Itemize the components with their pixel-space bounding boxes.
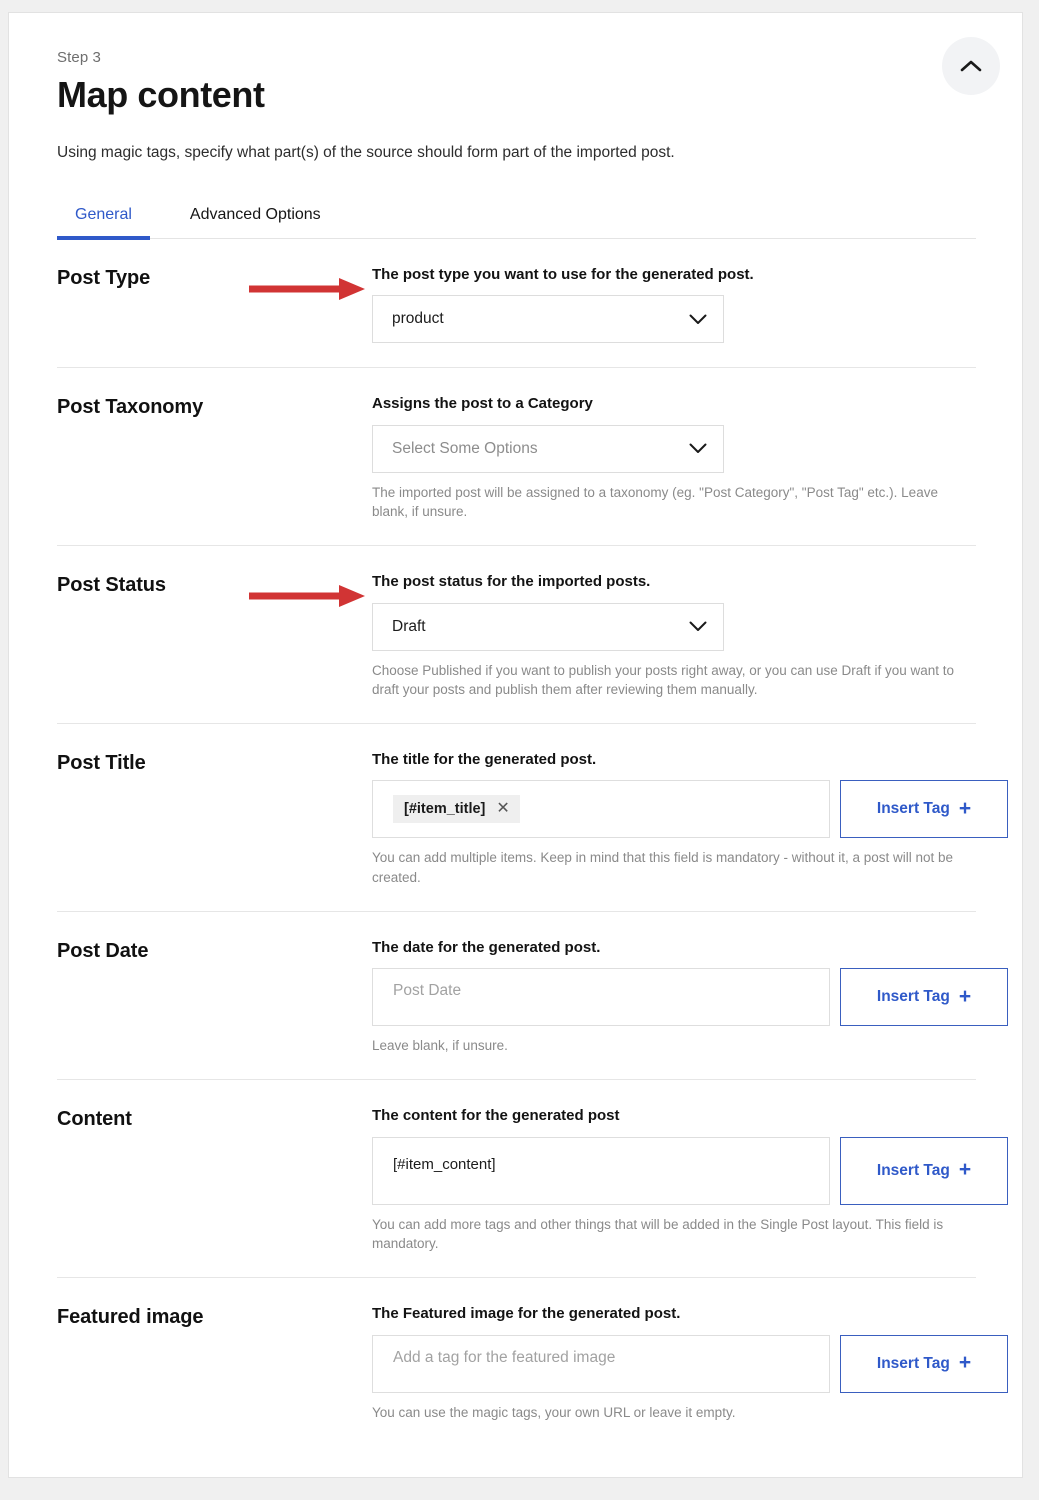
featured-image-tag-input[interactable]: Add a tag for the featured image — [372, 1335, 830, 1393]
post-type-select[interactable]: product — [372, 295, 724, 343]
post-date-help: Leave blank, if unsure. — [372, 1036, 976, 1055]
content-value: [#item_content] — [393, 1156, 496, 1173]
post-date-tag-input[interactable]: Post Date — [372, 968, 830, 1026]
post-date-insert-tag-button[interactable]: Insert Tag + — [840, 968, 1008, 1026]
post-status-label: Post Status — [57, 572, 372, 699]
chevron-up-icon — [960, 59, 982, 73]
post-title-help: You can add multiple items. Keep in mind… — [372, 848, 976, 886]
row-post-type: Post Type The post type you want to use … — [57, 239, 976, 369]
map-content-card: Step 3 Map content Using magic tags, spe… — [8, 12, 1023, 1478]
post-date-label: Post Date — [57, 938, 372, 1056]
tab-advanced-options[interactable]: Advanced Options — [172, 200, 339, 238]
step-label: Step 3 — [57, 49, 976, 66]
post-title-tag-text: [#item_title] — [404, 801, 485, 817]
tab-general[interactable]: General — [57, 200, 150, 238]
post-title-description: The title for the generated post. — [372, 750, 976, 770]
post-type-label: Post Type — [57, 265, 372, 344]
post-title-label: Post Title — [57, 750, 372, 887]
tab-bar: General Advanced Options — [57, 200, 976, 239]
row-featured-image: Featured image The Featured image for th… — [57, 1278, 976, 1446]
content-tag-input[interactable]: [#item_content] — [372, 1137, 830, 1205]
post-taxonomy-select[interactable]: Select Some Options — [372, 425, 724, 473]
post-type-description: The post type you want to use for the ge… — [372, 265, 976, 285]
post-taxonomy-value: Select Some Options — [392, 440, 538, 458]
post-status-description: The post status for the imported posts. — [372, 572, 976, 592]
insert-tag-label: Insert Tag — [877, 1162, 950, 1180]
row-post-date: Post Date The date for the generated pos… — [57, 912, 976, 1081]
post-title-tag-chip[interactable]: [#item_title] ✕ — [393, 795, 520, 823]
featured-image-description: The Featured image for the generated pos… — [372, 1304, 976, 1324]
featured-image-placeholder: Add a tag for the featured image — [393, 1349, 615, 1367]
post-title-tag-input[interactable]: [#item_title] ✕ — [372, 780, 830, 838]
plus-icon: + — [959, 798, 971, 819]
post-taxonomy-label: Post Taxonomy — [57, 394, 372, 521]
row-content: Content The content for the generated po… — [57, 1080, 976, 1278]
post-title-insert-tag-button[interactable]: Insert Tag + — [840, 780, 1008, 838]
insert-tag-label: Insert Tag — [877, 800, 950, 818]
post-taxonomy-help: The imported post will be assigned to a … — [372, 483, 976, 521]
content-label: Content — [57, 1106, 372, 1253]
plus-icon: + — [959, 986, 971, 1007]
post-status-help: Choose Published if you want to publish … — [372, 661, 976, 699]
page-title: Map content — [57, 76, 976, 115]
featured-image-insert-tag-button[interactable]: Insert Tag + — [840, 1335, 1008, 1393]
row-post-title: Post Title The title for the generated p… — [57, 724, 976, 912]
featured-image-help: You can use the magic tags, your own URL… — [372, 1403, 976, 1422]
post-status-select[interactable]: Draft — [372, 603, 724, 651]
content-description: The content for the generated post — [372, 1106, 976, 1126]
row-post-taxonomy: Post Taxonomy Assigns the post to a Cate… — [57, 368, 976, 546]
chevron-down-icon — [689, 314, 707, 325]
insert-tag-label: Insert Tag — [877, 1355, 950, 1373]
plus-icon: + — [959, 1159, 971, 1180]
chevron-down-icon — [689, 443, 707, 454]
content-help: You can add more tags and other things t… — [372, 1215, 976, 1253]
row-post-status: Post Status The post status for the impo… — [57, 546, 976, 724]
post-date-placeholder: Post Date — [393, 982, 461, 1000]
featured-image-label: Featured image — [57, 1304, 372, 1422]
plus-icon: + — [959, 1352, 971, 1373]
insert-tag-label: Insert Tag — [877, 988, 950, 1006]
post-taxonomy-description: Assigns the post to a Category — [372, 394, 976, 414]
post-date-description: The date for the generated post. — [372, 938, 976, 958]
collapse-section-button[interactable] — [942, 37, 1000, 95]
chevron-down-icon — [689, 621, 707, 632]
post-status-value: Draft — [392, 618, 426, 636]
post-type-value: product — [392, 310, 444, 328]
content-insert-tag-button[interactable]: Insert Tag + — [840, 1137, 1008, 1205]
page-description: Using magic tags, specify what part(s) o… — [57, 143, 976, 164]
close-icon[interactable]: ✕ — [496, 801, 509, 817]
